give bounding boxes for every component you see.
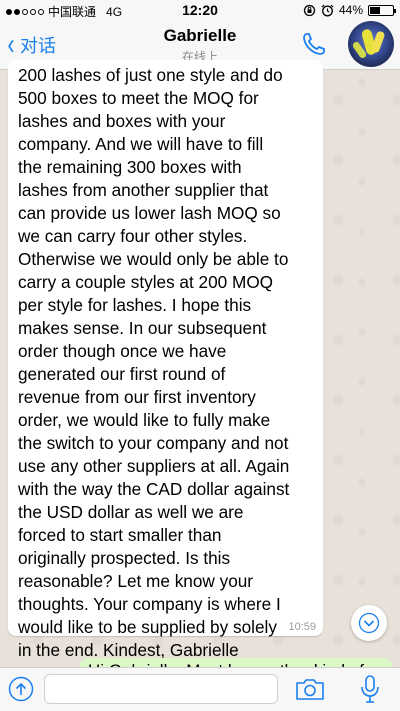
battery-icon (368, 4, 396, 16)
contact-name[interactable]: Gabrielle (0, 26, 400, 46)
contact-avatar[interactable] (348, 21, 394, 67)
incoming-message-bubble[interactable]: 200 lashes of just one style and do 500 … (8, 60, 323, 660)
battery-percent: 44% (338, 3, 363, 17)
message-text: 200 lashes of just one style and do 500 … (18, 65, 290, 660)
orientation-lock-icon (303, 4, 316, 16)
message-time: 10:59 (288, 621, 316, 633)
attach-arrow-icon[interactable] (8, 676, 34, 702)
battery-fill (370, 6, 380, 14)
camera-icon[interactable] (294, 676, 326, 702)
input-bar (0, 667, 400, 711)
chevron-down-icon (358, 612, 380, 634)
alarm-icon (321, 4, 334, 16)
microphone-icon[interactable] (358, 674, 382, 704)
phone-call-icon[interactable] (300, 30, 328, 58)
status-bar: 中国联通 4G 12:20 44% (0, 0, 400, 20)
status-right: 44% (303, 3, 396, 17)
scroll-to-bottom-button[interactable] (351, 605, 387, 641)
message-input[interactable] (44, 674, 278, 704)
